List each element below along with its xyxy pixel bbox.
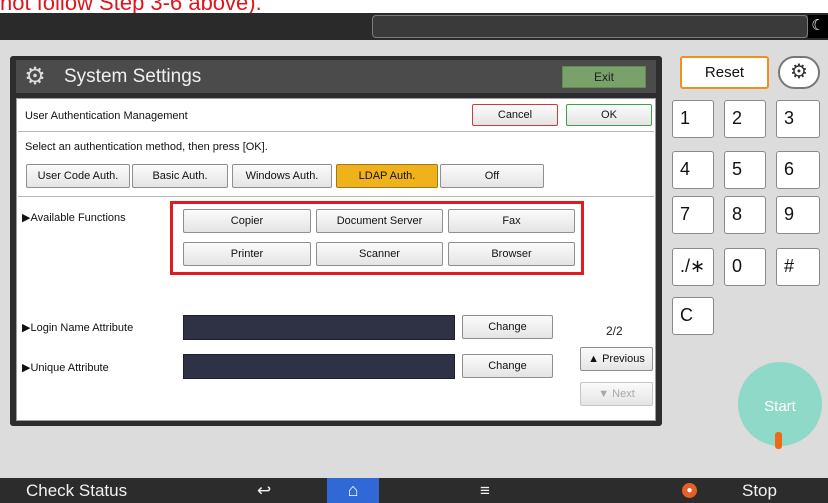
next-button[interactable]: ▼ Next (580, 382, 653, 406)
top-input-field[interactable] (372, 15, 808, 38)
menu-icon[interactable]: ≡ (480, 478, 490, 503)
auth-windows-button[interactable]: Windows Auth. (232, 164, 332, 188)
auth-off-button[interactable]: Off (440, 164, 544, 188)
home-icon[interactable]: ⌂ (327, 478, 379, 503)
start-indicator (775, 432, 782, 449)
ok-button[interactable]: OK (566, 104, 652, 126)
page-indicator: 2/2 (606, 324, 623, 338)
energy-saver-icon[interactable]: ☾ (808, 15, 828, 38)
key-clear[interactable]: C (672, 297, 714, 335)
exit-button[interactable]: Exit (562, 66, 646, 88)
back-icon[interactable]: ↩ (257, 478, 271, 503)
settings-gear-icon[interactable]: ⚙ (778, 56, 820, 89)
reset-button[interactable]: Reset (680, 56, 769, 89)
page-title: System Settings (64, 66, 202, 87)
key-7[interactable]: 7 (672, 196, 714, 234)
unique-attribute-label: ▶Unique Attribute (22, 362, 109, 374)
login-name-attribute-label: ▶Login Name Attribute (22, 322, 134, 334)
unique-attribute-field[interactable] (183, 354, 455, 379)
key-0[interactable]: 0 (724, 248, 766, 286)
login-name-change-button[interactable]: Change (462, 315, 553, 339)
section-title: User Authentication Management (25, 110, 188, 122)
key-1[interactable]: 1 (672, 100, 714, 138)
available-functions-label: ▶Available Functions (22, 212, 126, 224)
function-scanner-button[interactable]: Scanner (316, 242, 443, 266)
divider (18, 196, 654, 197)
instruction-text: Select an authentication method, then pr… (25, 141, 268, 153)
key-dot-star[interactable]: ./∗ (672, 248, 714, 286)
previous-button[interactable]: ▲ Previous (580, 347, 653, 371)
auth-user-code-button[interactable]: User Code Auth. (26, 164, 130, 188)
stop-button[interactable]: Stop (742, 478, 777, 503)
key-hash[interactable]: # (776, 248, 820, 286)
auth-basic-button[interactable]: Basic Auth. (132, 164, 228, 188)
function-document-server-button[interactable]: Document Server (316, 209, 443, 233)
key-3[interactable]: 3 (776, 100, 820, 138)
unique-attribute-change-button[interactable]: Change (462, 354, 553, 378)
key-4[interactable]: 4 (672, 151, 714, 189)
key-9[interactable]: 9 (776, 196, 820, 234)
key-5[interactable]: 5 (724, 151, 766, 189)
function-fax-button[interactable]: Fax (448, 209, 575, 233)
key-6[interactable]: 6 (776, 151, 820, 189)
auth-ldap-button[interactable]: LDAP Auth. (336, 164, 438, 188)
login-name-attribute-field[interactable] (183, 315, 455, 340)
key-2[interactable]: 2 (724, 100, 766, 138)
cancel-button[interactable]: Cancel (472, 104, 558, 126)
function-printer-button[interactable]: Printer (183, 242, 311, 266)
key-8[interactable]: 8 (724, 196, 766, 234)
stop-icon: ● (682, 483, 697, 498)
gear-icon: ⚙ (24, 63, 46, 90)
function-copier-button[interactable]: Copier (183, 209, 311, 233)
check-status-button[interactable]: Check Status (26, 478, 127, 503)
function-browser-button[interactable]: Browser (448, 242, 575, 266)
divider (18, 131, 654, 132)
